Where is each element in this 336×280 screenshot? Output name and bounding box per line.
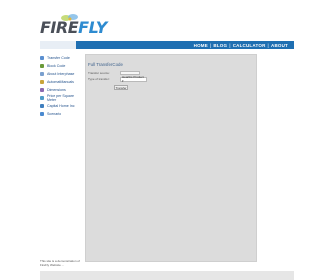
sidebar-item-block-code[interactable]: Block Code	[40, 62, 84, 70]
footer-note: This site is a demonstration of FireFly …	[40, 259, 80, 267]
logo-text-fly: FLY	[78, 18, 107, 37]
sidebar-item-about-interphase[interactable]: About Interphase	[40, 70, 84, 78]
form-title: Full TransferCode	[88, 62, 123, 67]
logo-text: FIREFLY	[40, 18, 107, 37]
nav-blog-link[interactable]: BLOG	[213, 43, 227, 48]
price-icon	[40, 96, 44, 100]
folder-icon	[40, 56, 44, 60]
nav-separator: |	[229, 42, 231, 48]
nav-separator: |	[267, 42, 269, 48]
nav-calculator-link[interactable]: CALCULATOR	[233, 43, 266, 48]
block-icon	[40, 64, 44, 68]
sidebar-item-capital-home[interactable]: Capital Home Inc	[40, 102, 84, 110]
sidebar: Transfer Code Block Code About Interphas…	[40, 54, 84, 270]
nav-accent	[40, 41, 76, 49]
sidebar-item-label: Scenario	[47, 112, 62, 116]
info-icon	[40, 72, 44, 76]
sidebar-item-label: Price per Square Meter	[47, 94, 74, 102]
top-nav-bar: HOME | BLOG | CALCULATOR | ABOUT	[40, 41, 294, 49]
home-icon	[40, 104, 44, 108]
nav-separator: |	[209, 42, 212, 48]
sidebar-item-label: AutomatManuals	[47, 80, 74, 84]
logo-text-fire: FIRE	[40, 18, 79, 37]
manual-icon	[40, 80, 44, 84]
firefly-logo[interactable]: FIREFLY	[40, 12, 107, 38]
transfer-submit-button[interactable]: Transfer	[114, 85, 128, 90]
sidebar-item-price-per-square-meter[interactable]: Price per Square Meter	[40, 94, 84, 102]
scenario-icon	[40, 112, 44, 116]
sidebar-item-automat-manuals[interactable]: AutomatManuals	[40, 78, 84, 86]
transfer-type-select[interactable]: Heartbs Product ▾	[120, 75, 147, 83]
sidebar-item-label: Block Code	[47, 64, 66, 68]
nav-links: HOME | BLOG | CALCULATOR | ABOUT	[194, 41, 288, 49]
type-label: Type of transfer:	[88, 77, 110, 81]
sidebar-item-label: About Interphase	[47, 72, 75, 76]
sidebar-item-dimensions[interactable]: Dimensions	[40, 86, 84, 94]
sidebar-item-scenario[interactable]: Scenario	[40, 110, 84, 118]
nav-home-link[interactable]: HOME	[194, 43, 208, 48]
source-label: Transfer source:	[88, 71, 110, 75]
sidebar-item-transfer-code[interactable]: Transfer Code	[40, 54, 84, 62]
footer-bar	[40, 271, 294, 280]
sidebar-item-label: Transfer Code	[47, 56, 70, 60]
ruler-icon	[40, 88, 44, 92]
nav-about-link[interactable]: ABOUT	[271, 43, 288, 48]
sidebar-item-label: Dimensions	[47, 88, 66, 92]
sidebar-item-label: Capital Home Inc	[47, 104, 75, 108]
form-row-type: Type of transfer: Heartbs Product ▾	[88, 75, 158, 83]
